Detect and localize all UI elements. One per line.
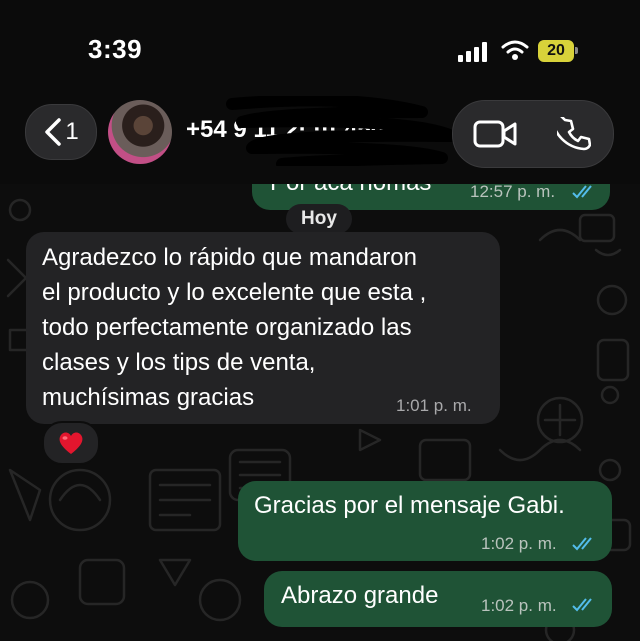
status-time: 3:39 [88,34,143,64]
back-button[interactable]: 1 [25,104,97,160]
outgoing-message-time: 1:02 p. m. [481,534,557,553]
outgoing-message-text: Abrazo grande [281,582,439,609]
wifi-icon [501,40,529,60]
call-actions [452,100,614,168]
date-divider: Hoy [286,204,352,234]
status-bar: 3:39 20 [0,0,640,100]
heart-reaction[interactable] [42,421,100,465]
cellular-signal-icon [458,42,487,62]
outgoing-message-text: Gracias por el mensaje Gabi. [254,492,565,519]
video-camera-icon[interactable] [473,119,519,149]
message-line: clases y los tips de venta, [42,349,316,376]
outgoing-message-time: 1:02 p. m. [481,596,557,615]
unread-count: 1 [65,118,79,145]
read-ticks-icon [572,598,592,612]
heart-icon [59,432,83,454]
incoming-message-bubble[interactable]: Agradezco lo rápido que mandaron el prod… [26,232,500,424]
message-line: Agradezco lo rápido que mandaron [42,244,417,271]
phone-icon[interactable] [557,117,591,151]
outgoing-message-bubble[interactable]: Gracias por el mensaje Gabi. 1:02 p. m. [238,481,612,561]
redaction-scribble [226,96,458,166]
contact-avatar[interactable] [108,100,172,164]
read-ticks-icon [572,537,592,551]
battery-level: 20 [547,42,565,59]
incoming-message-time: 1:01 p. m. [396,396,472,415]
message-line: todo perfectamente organizado las [42,314,412,341]
battery-indicator: 20 [538,40,578,62]
chevron-left-icon [45,118,62,146]
read-ticks-icon [572,185,592,199]
incoming-message-text: Agradezco lo rápido que mandaron el prod… [42,240,426,415]
message-line: el producto y lo excelente que esta , [42,279,427,306]
outgoing-message-bubble[interactable]: Abrazo grande 1:02 p. m. [264,571,612,627]
previous-message-time: 12:57 p. m. [470,182,556,201]
battery-tip [575,47,578,54]
message-line: muchísimas gracias [42,384,255,411]
chat-header: 1 +54 9 11 2· ··· 4505 [0,96,640,184]
